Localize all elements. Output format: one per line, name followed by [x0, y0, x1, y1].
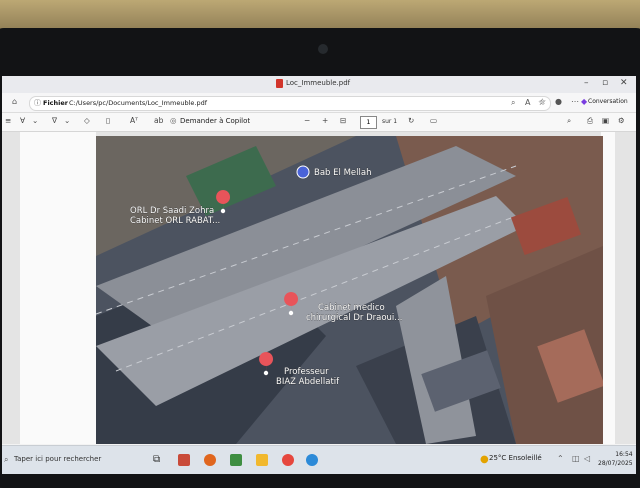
read-aloud-icon[interactable]: A	[525, 98, 530, 107]
map-label-orl-line1: ORL Dr Saadi Zohra	[130, 206, 214, 216]
ask-copilot-button[interactable]: Demander à Copilot	[180, 117, 250, 125]
address-bar-row: ⌂ ⓘ Fichier C:/Users/pc/Documents/Loc_Im…	[2, 93, 636, 113]
info-icon[interactable]: ⓘ	[34, 98, 41, 108]
webcam	[318, 44, 328, 54]
task-view-icon[interactable]: ⧉	[153, 454, 160, 465]
zoom-in-button[interactable]: +	[322, 116, 328, 125]
settings-icon[interactable]: ⚙	[618, 116, 625, 125]
map-label-cabinet-line2: chirurgical Dr Draoui...	[306, 313, 402, 323]
firefox-icon[interactable]	[204, 454, 216, 466]
address-path[interactable]: C:/Users/pc/Documents/Loc_Immeuble.pdf	[69, 99, 207, 107]
network-icon[interactable]: ◫	[572, 454, 580, 463]
immersive-reader-icon[interactable]: ab	[154, 116, 163, 125]
highlight-dropdown-icon[interactable]: ⌄	[64, 116, 70, 125]
profile-icon[interactable]: ●	[555, 97, 562, 106]
window-title: Loc_Immeuble.pdf	[286, 79, 351, 87]
page-view-icon[interactable]: ▯	[106, 116, 110, 125]
satellite-map-image: Bab El Mellah ORL Dr Saadi Zohra Cabinet…	[96, 136, 603, 444]
favorites-icon[interactable]: ☆	[539, 97, 546, 106]
clock-date: 28/07/2025	[598, 460, 633, 467]
rotate-icon[interactable]: ↻	[408, 116, 414, 125]
page-right-margin	[601, 132, 615, 444]
address-scheme-label: Fichier	[43, 99, 68, 107]
home-icon[interactable]: ⌂	[12, 97, 17, 106]
fit-page-icon[interactable]: ⊟	[340, 116, 346, 125]
taskbar-app-5-icon[interactable]	[282, 454, 294, 466]
maximize-button[interactable]: ▫	[602, 78, 608, 88]
map-label-cabinet-line1: Cabinet medico	[318, 303, 385, 313]
copilot-small-icon[interactable]: ◎	[170, 116, 177, 125]
taskbar-app-3-icon[interactable]	[230, 454, 242, 466]
pdf-file-icon	[276, 79, 283, 88]
system-tray-icon[interactable]: ⌃	[557, 454, 564, 463]
page-count: sur 1	[382, 118, 398, 125]
volume-icon[interactable]: ◁	[584, 454, 590, 463]
text-icon[interactable]: Aᵀ	[130, 116, 138, 125]
zoom-icon[interactable]: ⌕	[511, 98, 515, 108]
title-bar: Loc_Immeuble.pdf – ▫ ✕	[2, 76, 636, 93]
page-left-margin	[20, 132, 96, 444]
map-svg: Bab El Mellah ORL Dr Saadi Zohra Cabinet…	[96, 136, 603, 444]
copilot-conversation-button[interactable]: Conversation	[588, 98, 628, 105]
pdf-toolbar: ≡ ∀ ⌄ ∇ ⌄ ◇ ▯ Aᵀ ab ◎ Demander à Copilot…	[2, 113, 636, 132]
file-explorer-icon[interactable]	[256, 454, 268, 466]
contents-icon[interactable]: ≡	[5, 116, 11, 125]
zoom-out-button[interactable]: −	[304, 116, 310, 125]
map-label-professeur-line1: Professeur	[284, 367, 329, 377]
clock[interactable]: 16:54 28/07/2025	[598, 450, 633, 468]
weather-sun-icon: ●	[480, 454, 489, 465]
search-icon[interactable]: ⌕	[567, 116, 571, 126]
address-bar[interactable]: ⓘ Fichier C:/Users/pc/Documents/Loc_Imme…	[29, 96, 551, 111]
copilot-icon[interactable]: ◆	[581, 97, 587, 106]
page-number-input[interactable]: 1	[360, 116, 377, 129]
map-label-bab-el-mellah: Bab El Mellah	[314, 168, 371, 178]
minimize-button[interactable]: –	[584, 78, 589, 88]
taskbar: ⌕ Taper ici pour rechercher ⧉ ● 25°C Ens…	[2, 445, 636, 474]
taskbar-search-icon[interactable]: ⌕	[4, 455, 8, 465]
more-options-icon[interactable]: ⋯	[571, 97, 579, 106]
weather-status[interactable]: 25°C Ensoleillé	[489, 454, 542, 462]
save-icon[interactable]: ▣	[602, 116, 609, 125]
clock-time: 16:54	[615, 451, 633, 458]
draw-icon[interactable]: ∀	[20, 116, 25, 125]
two-page-icon[interactable]: ▭	[430, 116, 437, 125]
edge-icon[interactable]	[306, 454, 318, 466]
map-label-orl-line2: Cabinet ORL RABAT...	[130, 216, 220, 226]
taskbar-search-input[interactable]: Taper ici pour rechercher	[14, 455, 101, 463]
highlight-icon[interactable]: ∇	[52, 116, 57, 125]
taskbar-app-1-icon[interactable]	[178, 454, 190, 466]
print-icon[interactable]: ⎙	[587, 116, 593, 126]
map-label-professeur-line2: BIAZ Abdellatif	[276, 377, 340, 387]
erase-icon[interactable]: ◇	[84, 116, 90, 125]
close-button[interactable]: ✕	[620, 78, 628, 88]
draw-dropdown-icon[interactable]: ⌄	[32, 116, 38, 125]
screen: Loc_Immeuble.pdf – ▫ ✕ ⌂ ⓘ Fichier C:/Us…	[2, 76, 636, 474]
